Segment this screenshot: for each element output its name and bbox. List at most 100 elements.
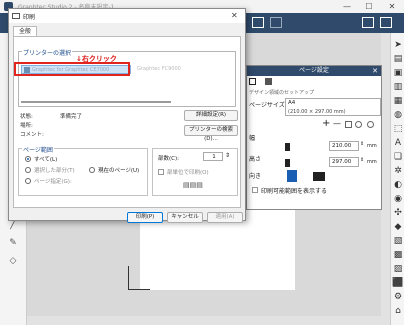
layers-icon[interactable]: ◆ <box>392 221 404 233</box>
page-icon[interactable] <box>249 78 256 85</box>
width-input[interactable]: 210.00 <box>329 141 359 151</box>
pointer-icon[interactable]: ➤ <box>392 39 404 51</box>
range-selection-label: 選択した部分(T) <box>34 168 75 174</box>
copies-group: 部数(C): 1 ⇕ 部単位で印刷(O) ▤▤▤ <box>152 148 238 196</box>
height-stepper-icon[interactable]: ⇕ <box>360 157 364 163</box>
offset-icon[interactable]: ❏ <box>392 151 404 163</box>
annotation-highlight-box <box>14 62 130 76</box>
width-label: 幅 <box>249 135 256 142</box>
trace-icon[interactable]: ◍ <box>392 109 404 121</box>
timer-icon[interactable] <box>367 121 374 128</box>
printer-group-label: プリンターの選択 <box>22 48 73 57</box>
copies-label: 部数(C): <box>158 156 179 162</box>
page-settings-close-button[interactable]: ✕ <box>372 66 378 76</box>
page-settings-header: ページ設定 ✕ <box>247 66 381 76</box>
transform-icon[interactable]: ⬚ <box>392 123 404 135</box>
printer-icon <box>12 13 20 19</box>
comment-label: コメント: <box>20 132 44 138</box>
settings-icon[interactable]: ⚙ <box>392 291 404 303</box>
page-size-detail: (210.00 × 297.00 mm) <box>288 109 346 115</box>
width-unit: mm <box>367 143 377 149</box>
printer-select-group: プリンターの選択 Graphtec for Graphtec CE7000 Gr… <box>18 48 236 107</box>
origin-axis-horizontal <box>128 289 150 290</box>
origin-axis-vertical <box>128 266 129 290</box>
width-stepper-icon[interactable]: ⇕ <box>360 141 364 147</box>
width-slider-handle-icon[interactable] <box>285 143 290 151</box>
refresh-icon[interactable] <box>355 121 362 128</box>
view-icon[interactable] <box>265 78 272 85</box>
page-size-label: ページサイズ <box>249 102 285 109</box>
effects-icon[interactable]: ✲ <box>392 165 404 177</box>
registration-icon[interactable]: ▩ <box>392 249 404 261</box>
window-icon[interactable] <box>362 17 374 28</box>
printer-list-item[interactable]: Graphtec FC9000 <box>137 66 181 72</box>
add-icon[interactable]: + <box>322 119 330 129</box>
range-pages-label: ページ指定(G): <box>34 179 72 185</box>
page-range-label: ページ範囲 <box>22 145 54 154</box>
library-icon[interactable]: ▧ <box>392 235 404 247</box>
panel-icon[interactable] <box>270 17 282 28</box>
collate-checkbox[interactable] <box>158 169 164 175</box>
cut-settings-icon[interactable]: ▨ <box>392 263 404 275</box>
height-slider-handle-icon[interactable] <box>285 159 290 167</box>
cancel-button[interactable]: キャンセル <box>167 212 203 223</box>
horizontal-scrollbar[interactable] <box>27 316 381 325</box>
page-range-group: ページ範囲 すべて(L) 選択した部分(T) 現在のページ(U) ページ指定(G… <box>18 145 148 196</box>
fill-icon[interactable]: ◉ <box>392 193 404 205</box>
orientation-label: 向き <box>249 173 262 180</box>
show-print-area-checkbox[interactable] <box>252 187 258 193</box>
print-dialog-title: 印刷 <box>23 14 36 21</box>
status-label: 状態: <box>20 114 33 120</box>
print-dialog: 印刷 ✕ 全般 プリンターの選択 Graphtec for Graphtec C… <box>8 8 246 223</box>
collate-pages-icon: ▤▤▤ <box>183 181 203 189</box>
detail-settings-button[interactable]: 詳細設定(R) <box>184 110 238 121</box>
annotation-label: ↓右クリック <box>76 55 117 63</box>
pages-icon[interactable]: ▤ <box>392 53 404 65</box>
store-icon[interactable]: ⬛ <box>392 277 404 289</box>
range-selection-radio[interactable] <box>25 167 31 173</box>
range-all-radio[interactable] <box>25 156 31 162</box>
send-cut-icon[interactable]: ⌂ <box>392 305 404 317</box>
print-dialog-close-button[interactable]: ✕ <box>231 11 238 20</box>
range-current-radio[interactable] <box>89 167 95 173</box>
height-input[interactable]: 297.00 <box>329 157 359 167</box>
collate-label: 部単位で印刷(O) <box>167 170 209 176</box>
apply-button[interactable]: 適用(A) <box>207 212 243 223</box>
height-unit: mm <box>367 159 377 165</box>
copies-input[interactable]: 1 <box>203 152 223 161</box>
height-label: 高さ <box>249 156 262 163</box>
maximize-button[interactable]: ☐ <box>358 0 380 13</box>
print-dialog-titlebar: 印刷 ✕ <box>9 9 245 23</box>
send-icon[interactable] <box>380 17 392 28</box>
page-settings-subtitle: デザイン領域のセットアップ <box>249 90 315 96</box>
portrait-icon[interactable] <box>287 170 297 182</box>
edit-icon[interactable] <box>345 121 352 128</box>
pattern-icon[interactable]: ▦ <box>392 95 404 107</box>
color-icon[interactable]: ◐ <box>392 179 404 191</box>
replicate-icon[interactable]: ▥ <box>392 81 404 93</box>
location-label: 場所: <box>20 123 33 129</box>
page-size-value: A4 <box>288 100 296 106</box>
tab-general[interactable]: 全般 <box>13 26 37 36</box>
shape-tool-icon[interactable]: ◇ <box>7 255 19 267</box>
printer-list-scrollbar[interactable] <box>21 101 171 103</box>
page-settings-title: ページ設定 <box>299 67 329 74</box>
find-printer-button[interactable]: プリンターの検索(D)... <box>184 125 238 142</box>
page-size-select[interactable]: A4 (210.00 × 297.00 mm) <box>285 98 381 116</box>
vertical-scrollbar[interactable] <box>381 33 390 325</box>
range-pages-radio[interactable] <box>25 178 31 184</box>
show-print-area-label: 印刷可能範囲を表示する <box>261 188 328 195</box>
range-current-label: 現在のページ(U) <box>98 168 140 174</box>
align-icon[interactable]: ▣ <box>392 67 404 79</box>
pen-tool-icon[interactable]: ✎ <box>7 237 19 249</box>
landscape-icon[interactable] <box>313 172 325 181</box>
minimize-button[interactable]: — <box>336 0 358 13</box>
remove-icon[interactable]: — <box>333 119 341 129</box>
print-button[interactable]: 印刷(P) <box>127 212 163 223</box>
text-tool-icon[interactable]: A <box>392 137 404 149</box>
grid-icon[interactable] <box>252 17 264 28</box>
copies-stepper-icon[interactable]: ⇕ <box>225 152 230 159</box>
close-button[interactable]: ✕ <box>381 0 403 13</box>
page-settings-panel: ページ設定 ✕ デザイン領域のセットアップ ページサイズ A4 (210.00 … <box>246 65 382 210</box>
weld-icon[interactable]: ✣ <box>392 207 404 219</box>
